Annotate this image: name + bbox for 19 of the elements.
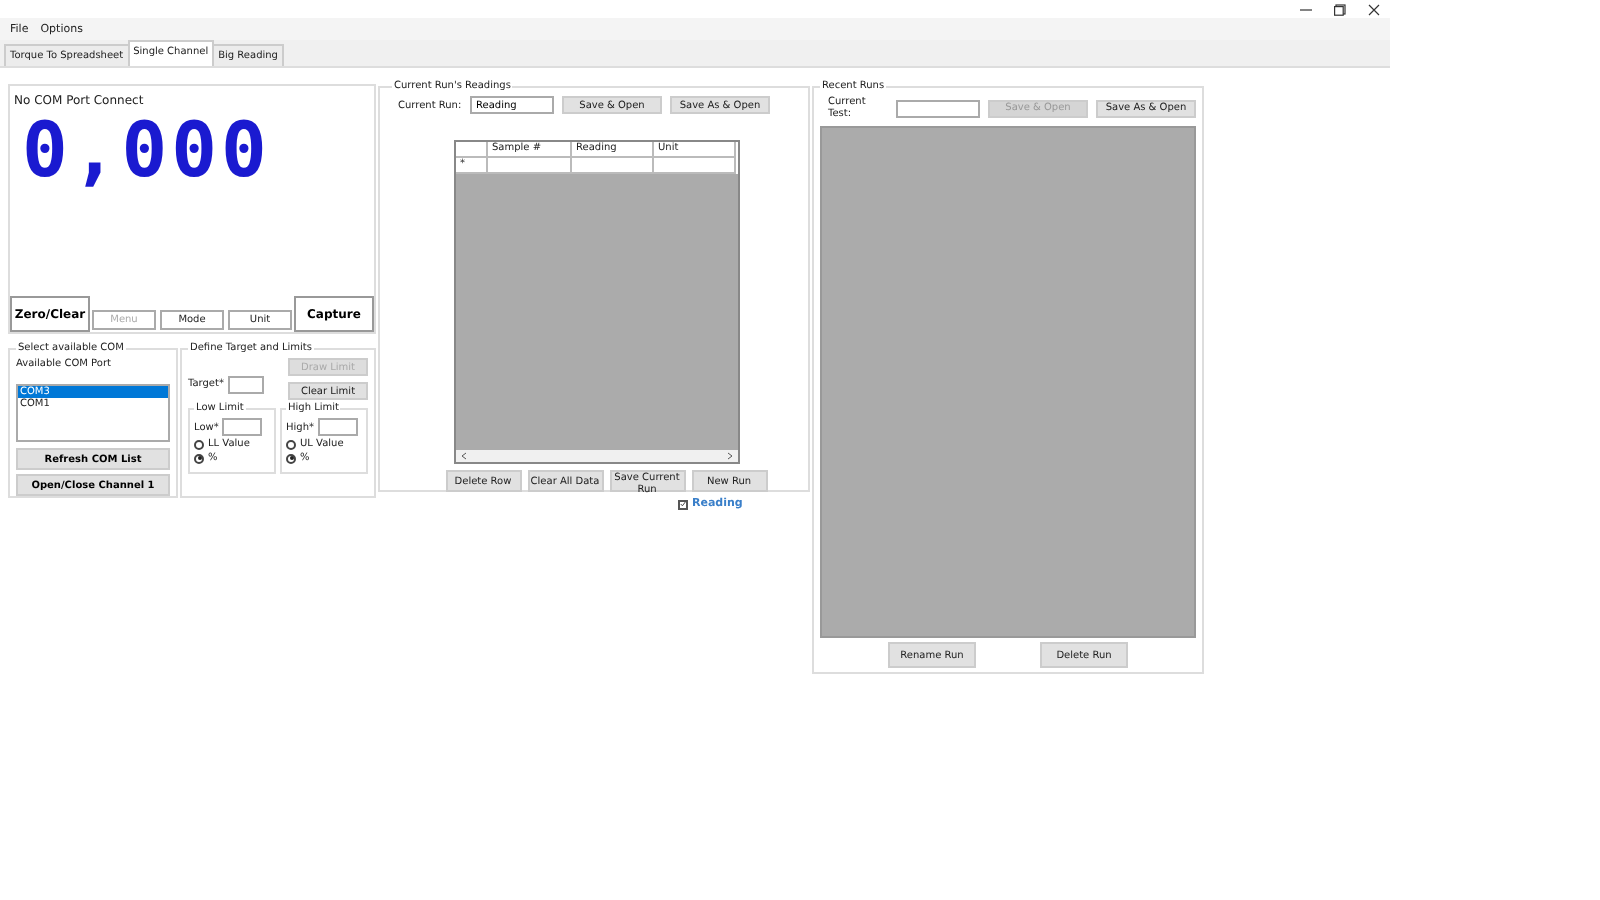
radio-button[interactable] bbox=[286, 439, 296, 449]
table-cell[interactable] bbox=[654, 158, 736, 174]
radio-button[interactable] bbox=[194, 439, 204, 449]
limit-field[interactable] bbox=[222, 418, 263, 436]
scroll-right-icon[interactable] bbox=[726, 452, 734, 460]
minimize-icon[interactable] bbox=[1300, 3, 1312, 15]
test-name-field[interactable] bbox=[896, 99, 980, 117]
radio-button[interactable] bbox=[194, 453, 204, 463]
table-cell[interactable] bbox=[488, 158, 572, 174]
horizontal-scrollbar[interactable] bbox=[456, 450, 738, 462]
reading-display: 0,000 bbox=[20, 112, 271, 188]
maximize-icon[interactable] bbox=[1334, 3, 1346, 15]
table-cell[interactable] bbox=[572, 158, 654, 174]
close-icon[interactable] bbox=[1368, 3, 1380, 15]
scroll-left-icon[interactable] bbox=[460, 452, 468, 460]
limit-field[interactable] bbox=[318, 418, 358, 436]
target-field[interactable] bbox=[227, 375, 264, 393]
checkbox[interactable] bbox=[678, 499, 688, 509]
radio-button[interactable] bbox=[286, 453, 296, 463]
